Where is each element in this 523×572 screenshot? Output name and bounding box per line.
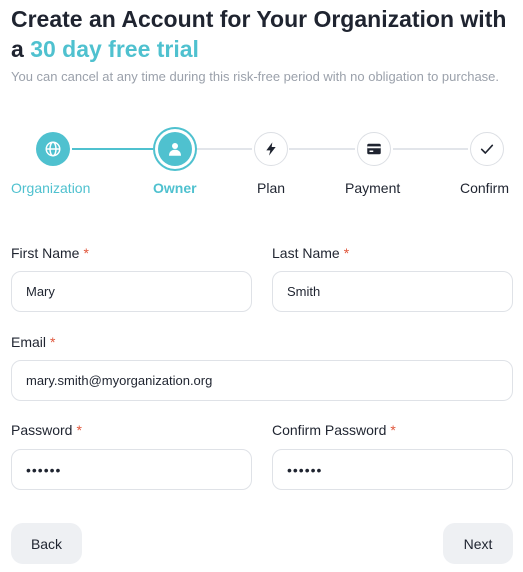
required-marker: * (343, 245, 350, 261)
title-accent: 30 day free trial (30, 36, 199, 62)
last-name-label: Last Name * (272, 244, 349, 262)
lightning-icon (266, 142, 276, 156)
last-name-input[interactable] (272, 271, 513, 312)
page-title: Create an Account for Your Organization … (11, 4, 521, 64)
required-marker: * (76, 422, 82, 438)
email-label: Email * (11, 333, 55, 351)
step-label-payment: Payment (345, 180, 401, 196)
step-confirm[interactable] (470, 132, 504, 166)
required-marker: * (83, 245, 89, 261)
globe-icon (45, 141, 61, 157)
confirm-password-label-text: Confirm Password (272, 422, 387, 438)
required-marker: * (50, 334, 56, 350)
step-connector (289, 148, 355, 150)
first-name-label-text: First Name (11, 245, 80, 261)
email-input[interactable] (11, 360, 513, 401)
step-connector (393, 148, 468, 150)
step-organization[interactable] (36, 132, 70, 166)
title-line-1: Create an Account for Your Organization … (11, 6, 507, 32)
page-subtitle: You can cancel at any time during this r… (11, 69, 500, 84)
step-payment[interactable] (357, 132, 391, 166)
checkmark-icon (480, 144, 494, 154)
confirm-password-input[interactable] (272, 449, 513, 490)
step-label-confirm: Confirm (460, 180, 510, 196)
step-label-owner: Owner (153, 180, 197, 196)
required-marker: * (390, 422, 396, 438)
last-name-label-text: Last Name (272, 245, 340, 261)
step-connector (72, 148, 153, 150)
step-owner[interactable] (158, 132, 192, 166)
next-button[interactable]: Next (443, 523, 513, 564)
back-button[interactable]: Back (11, 523, 82, 564)
password-label-text: Password (11, 422, 73, 438)
step-connector (195, 148, 252, 150)
first-name-label: First Name * (11, 244, 89, 262)
step-plan[interactable] (254, 132, 288, 166)
signup-stepper: Organization Owner Plan Payment Confirm (0, 128, 523, 198)
password-input[interactable] (11, 449, 252, 490)
email-label-text: Email (11, 334, 47, 350)
user-icon (169, 143, 181, 156)
first-name-input[interactable] (11, 271, 252, 312)
password-label: Password * (11, 421, 82, 439)
step-label-organization: Organization (11, 180, 91, 196)
title-prefix: a (11, 36, 24, 62)
confirm-password-label: Confirm Password * (272, 421, 396, 439)
credit-card-icon (367, 143, 381, 155)
step-label-plan: Plan (257, 180, 286, 196)
